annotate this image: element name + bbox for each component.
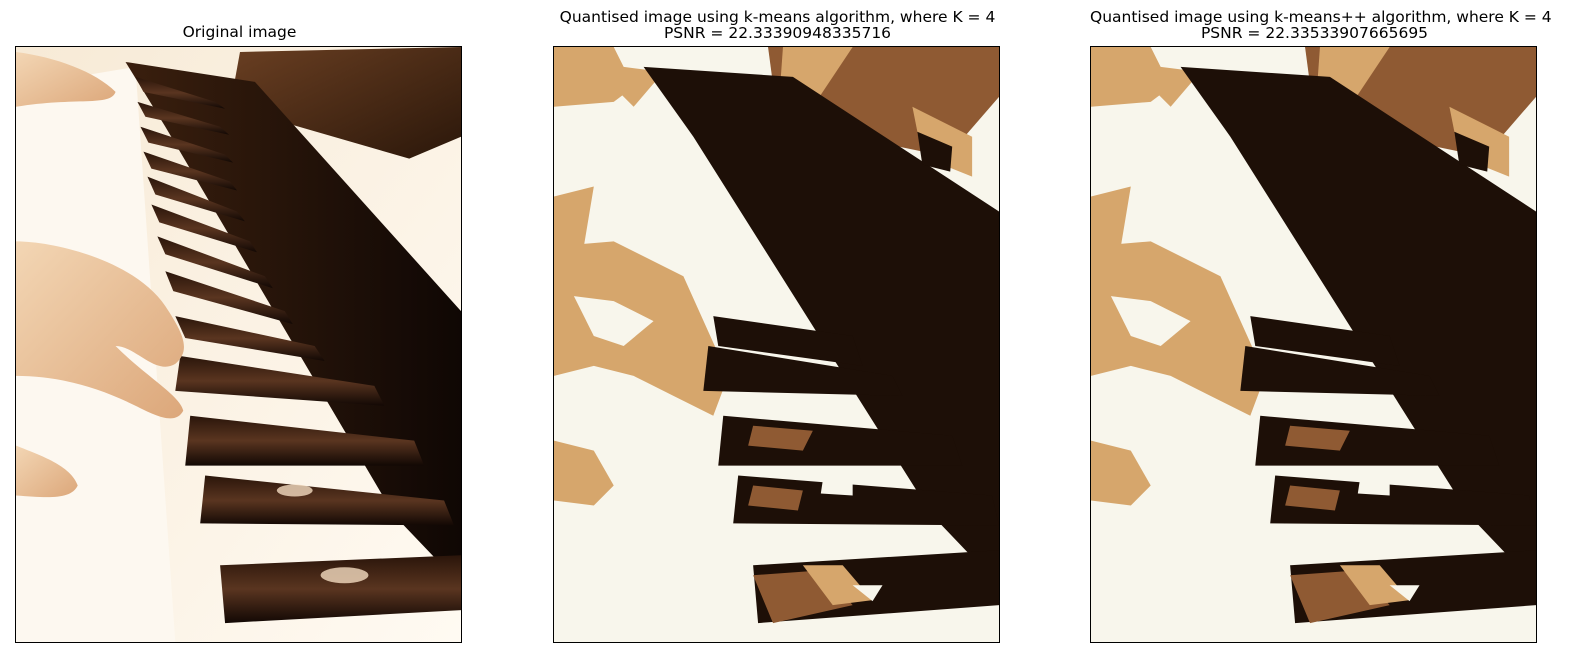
panel-kmeans-plusplus: Quantised image using k-means++ algorith… (1090, 0, 1552, 670)
original-image (15, 46, 462, 643)
original-image-art (16, 47, 461, 642)
title-line-1: Quantised image using k-means algorithm,… (559, 8, 996, 26)
panel-title: Original image (15, 24, 464, 40)
kmeanspp-quantised-art (1091, 47, 1536, 642)
title-line-2: PSNR = 22.33390948335716 (663, 24, 892, 42)
kmeans-quantised-art (554, 47, 999, 642)
kmeans-quantised-image (553, 46, 1000, 643)
kmeanspp-quantised-image (1090, 46, 1537, 643)
panel-title: Quantised image using k-means++ algorith… (1090, 8, 1552, 42)
title-line-1: Quantised image using k-means++ algorith… (1090, 8, 1552, 26)
panel-title: Quantised image using k-means algorithm,… (553, 9, 1002, 41)
panel-original: Original image (15, 0, 464, 670)
title-line-2: PSNR = 22.33533907665695 (1200, 24, 1429, 42)
panel-kmeans: Quantised image using k-means algorithm,… (553, 0, 1002, 670)
title-line-1: Original image (182, 23, 297, 41)
